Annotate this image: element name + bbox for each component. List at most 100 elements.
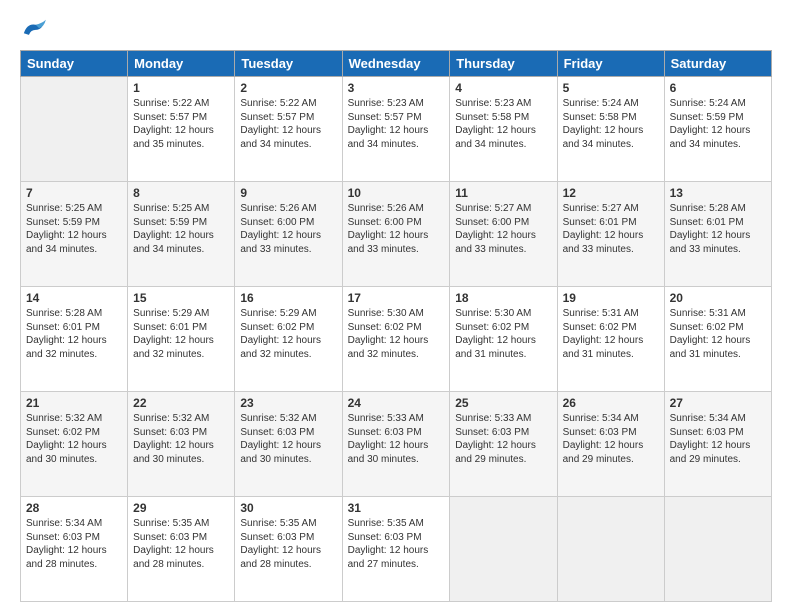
day-info: Sunrise: 5:26 AM Sunset: 6:00 PM Dayligh… xyxy=(348,202,445,256)
day-number: 31 xyxy=(348,501,445,515)
day-number: 5 xyxy=(563,81,659,95)
day-number: 12 xyxy=(563,186,659,200)
day-info: Sunrise: 5:27 AM Sunset: 6:00 PM Dayligh… xyxy=(455,202,551,256)
day-number: 18 xyxy=(455,291,551,305)
calendar-cell: 19 Sunrise: 5:31 AM Sunset: 6:02 PM Dayli… xyxy=(557,287,664,392)
calendar-cell: 15 Sunrise: 5:29 AM Sunset: 6:01 PM Dayli… xyxy=(128,287,235,392)
day-info: Sunrise: 5:25 AM Sunset: 5:59 PM Dayligh… xyxy=(133,202,229,256)
calendar-cell xyxy=(664,497,771,602)
calendar-cell: 13 Sunrise: 5:28 AM Sunset: 6:01 PM Dayli… xyxy=(664,182,771,287)
day-info: Sunrise: 5:35 AM Sunset: 6:03 PM Dayligh… xyxy=(133,517,229,571)
calendar-header-row: SundayMondayTuesdayWednesdayThursdayFrid… xyxy=(21,51,772,77)
calendar-cell: 23 Sunrise: 5:32 AM Sunset: 6:03 PM Dayli… xyxy=(235,392,342,497)
day-number: 9 xyxy=(240,186,336,200)
calendar-week-row: 28 Sunrise: 5:34 AM Sunset: 6:03 PM Dayli… xyxy=(21,497,772,602)
day-info: Sunrise: 5:31 AM Sunset: 6:02 PM Dayligh… xyxy=(563,307,659,361)
day-info: Sunrise: 5:23 AM Sunset: 5:57 PM Dayligh… xyxy=(348,97,445,151)
day-info: Sunrise: 5:22 AM Sunset: 5:57 PM Dayligh… xyxy=(133,97,229,151)
weekday-header-sunday: Sunday xyxy=(21,51,128,77)
weekday-header-saturday: Saturday xyxy=(664,51,771,77)
calendar-cell: 4 Sunrise: 5:23 AM Sunset: 5:58 PM Daylig… xyxy=(450,77,557,182)
calendar-cell: 12 Sunrise: 5:27 AM Sunset: 6:01 PM Dayli… xyxy=(557,182,664,287)
calendar-cell: 3Sunrise: 5:23 AM Sunset: 5:57 PM Daylig… xyxy=(342,77,450,182)
day-info: Sunrise: 5:24 AM Sunset: 5:59 PM Dayligh… xyxy=(670,97,766,151)
calendar-cell: 28 Sunrise: 5:34 AM Sunset: 6:03 PM Dayli… xyxy=(21,497,128,602)
day-info: Sunrise: 5:30 AM Sunset: 6:02 PM Dayligh… xyxy=(455,307,551,361)
calendar-cell: 24Sunrise: 5:33 AM Sunset: 6:03 PM Dayli… xyxy=(342,392,450,497)
day-number: 23 xyxy=(240,396,336,410)
day-number: 7 xyxy=(26,186,122,200)
day-number: 27 xyxy=(670,396,766,410)
calendar-week-row: 7 Sunrise: 5:25 AM Sunset: 5:59 PM Daylig… xyxy=(21,182,772,287)
day-info: Sunrise: 5:33 AM Sunset: 6:03 PM Dayligh… xyxy=(455,412,551,466)
calendar-cell: 22 Sunrise: 5:32 AM Sunset: 6:03 PM Dayli… xyxy=(128,392,235,497)
calendar-cell: 10 Sunrise: 5:26 AM Sunset: 6:00 PM Dayli… xyxy=(342,182,450,287)
day-info: Sunrise: 5:24 AM Sunset: 5:58 PM Dayligh… xyxy=(563,97,659,151)
day-info: Sunrise: 5:34 AM Sunset: 6:03 PM Dayligh… xyxy=(563,412,659,466)
day-info: Sunrise: 5:29 AM Sunset: 6:02 PM Dayligh… xyxy=(240,307,336,361)
calendar-cell: 25 Sunrise: 5:33 AM Sunset: 6:03 PM Dayli… xyxy=(450,392,557,497)
day-info: Sunrise: 5:28 AM Sunset: 6:01 PM Dayligh… xyxy=(26,307,122,361)
day-info: Sunrise: 5:32 AM Sunset: 6:03 PM Dayligh… xyxy=(133,412,229,466)
day-info: Sunrise: 5:31 AM Sunset: 6:02 PM Dayligh… xyxy=(670,307,766,361)
day-info: Sunrise: 5:25 AM Sunset: 5:59 PM Dayligh… xyxy=(26,202,122,256)
day-info: Sunrise: 5:35 AM Sunset: 6:03 PM Dayligh… xyxy=(240,517,336,571)
day-number: 22 xyxy=(133,396,229,410)
day-number: 15 xyxy=(133,291,229,305)
calendar-cell xyxy=(21,77,128,182)
calendar-cell: 9Sunrise: 5:26 AM Sunset: 6:00 PM Daylig… xyxy=(235,182,342,287)
day-number: 10 xyxy=(348,186,445,200)
calendar-cell: 16 Sunrise: 5:29 AM Sunset: 6:02 PM Dayli… xyxy=(235,287,342,392)
weekday-header-thursday: Thursday xyxy=(450,51,557,77)
day-info: Sunrise: 5:28 AM Sunset: 6:01 PM Dayligh… xyxy=(670,202,766,256)
day-number: 14 xyxy=(26,291,122,305)
calendar-cell: 20 Sunrise: 5:31 AM Sunset: 6:02 PM Dayli… xyxy=(664,287,771,392)
day-number: 25 xyxy=(455,396,551,410)
day-number: 17 xyxy=(348,291,445,305)
calendar-cell: 7 Sunrise: 5:25 AM Sunset: 5:59 PM Daylig… xyxy=(21,182,128,287)
day-number: 20 xyxy=(670,291,766,305)
day-number: 6 xyxy=(670,81,766,95)
day-number: 19 xyxy=(563,291,659,305)
day-number: 26 xyxy=(563,396,659,410)
logo-icon xyxy=(20,18,48,40)
day-info: Sunrise: 5:23 AM Sunset: 5:58 PM Dayligh… xyxy=(455,97,551,151)
day-number: 28 xyxy=(26,501,122,515)
day-info: Sunrise: 5:32 AM Sunset: 6:03 PM Dayligh… xyxy=(240,412,336,466)
calendar-cell: 2 Sunrise: 5:22 AM Sunset: 5:57 PM Daylig… xyxy=(235,77,342,182)
calendar-week-row: 1Sunrise: 5:22 AM Sunset: 5:57 PM Daylig… xyxy=(21,77,772,182)
day-info: Sunrise: 5:34 AM Sunset: 6:03 PM Dayligh… xyxy=(26,517,122,571)
day-info: Sunrise: 5:32 AM Sunset: 6:02 PM Dayligh… xyxy=(26,412,122,466)
day-number: 29 xyxy=(133,501,229,515)
day-info: Sunrise: 5:33 AM Sunset: 6:03 PM Dayligh… xyxy=(348,412,445,466)
day-info: Sunrise: 5:29 AM Sunset: 6:01 PM Dayligh… xyxy=(133,307,229,361)
weekday-header-tuesday: Tuesday xyxy=(235,51,342,77)
day-number: 21 xyxy=(26,396,122,410)
calendar-cell: 14 Sunrise: 5:28 AM Sunset: 6:01 PM Dayli… xyxy=(21,287,128,392)
calendar-cell: 21 Sunrise: 5:32 AM Sunset: 6:02 PM Dayli… xyxy=(21,392,128,497)
day-number: 11 xyxy=(455,186,551,200)
calendar-cell: 31Sunrise: 5:35 AM Sunset: 6:03 PM Dayli… xyxy=(342,497,450,602)
calendar-cell: 17 Sunrise: 5:30 AM Sunset: 6:02 PM Dayli… xyxy=(342,287,450,392)
calendar-cell: 6 Sunrise: 5:24 AM Sunset: 5:59 PM Daylig… xyxy=(664,77,771,182)
day-number: 13 xyxy=(670,186,766,200)
calendar-week-row: 14 Sunrise: 5:28 AM Sunset: 6:01 PM Dayli… xyxy=(21,287,772,392)
day-number: 16 xyxy=(240,291,336,305)
day-info: Sunrise: 5:22 AM Sunset: 5:57 PM Dayligh… xyxy=(240,97,336,151)
day-number: 30 xyxy=(240,501,336,515)
day-info: Sunrise: 5:27 AM Sunset: 6:01 PM Dayligh… xyxy=(563,202,659,256)
header xyxy=(20,18,772,40)
logo xyxy=(20,18,50,40)
day-info: Sunrise: 5:34 AM Sunset: 6:03 PM Dayligh… xyxy=(670,412,766,466)
calendar-cell: 5 Sunrise: 5:24 AM Sunset: 5:58 PM Daylig… xyxy=(557,77,664,182)
day-info: Sunrise: 5:30 AM Sunset: 6:02 PM Dayligh… xyxy=(348,307,445,361)
calendar-cell: 27 Sunrise: 5:34 AM Sunset: 6:03 PM Dayli… xyxy=(664,392,771,497)
calendar-cell: 26 Sunrise: 5:34 AM Sunset: 6:03 PM Dayli… xyxy=(557,392,664,497)
day-number: 4 xyxy=(455,81,551,95)
weekday-header-friday: Friday xyxy=(557,51,664,77)
day-number: 8 xyxy=(133,186,229,200)
calendar-table: SundayMondayTuesdayWednesdayThursdayFrid… xyxy=(20,50,772,602)
day-number: 2 xyxy=(240,81,336,95)
calendar-cell: 30 Sunrise: 5:35 AM Sunset: 6:03 PM Dayli… xyxy=(235,497,342,602)
calendar-cell: 11 Sunrise: 5:27 AM Sunset: 6:00 PM Dayli… xyxy=(450,182,557,287)
